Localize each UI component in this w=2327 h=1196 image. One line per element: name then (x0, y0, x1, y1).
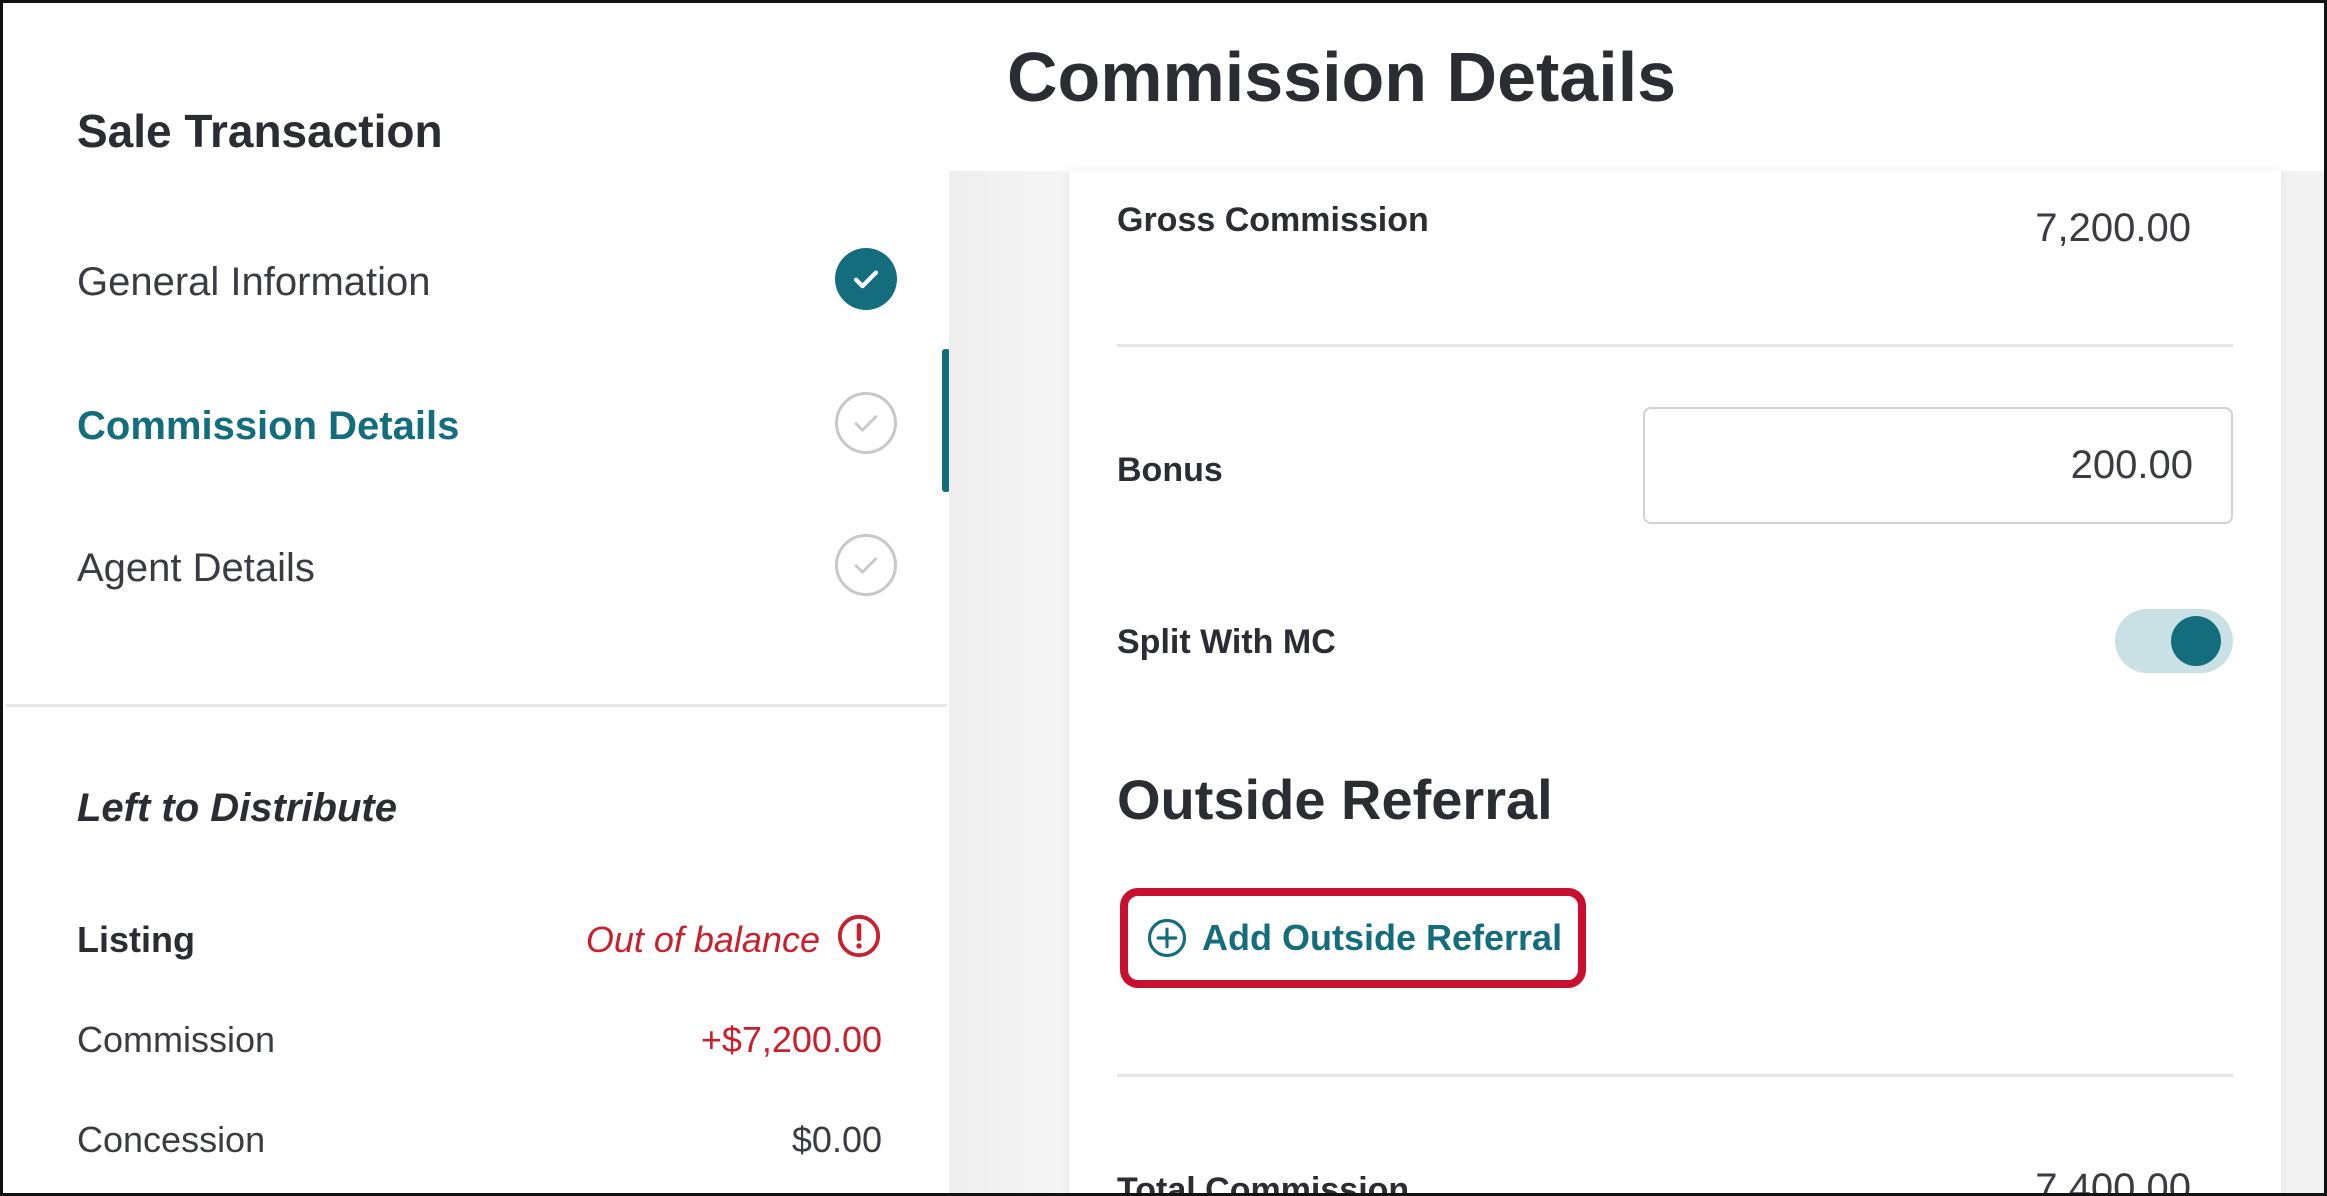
toggle-knob (2171, 616, 2221, 666)
app-window: Sale Transaction General Information Com… (0, 0, 2327, 1196)
plus-circle-icon (1147, 918, 1187, 958)
gross-commission-value: 7,200.00 (2035, 206, 2191, 250)
commission-row: Commission +$7,200.00 (77, 1019, 882, 1073)
content-gutter-right (2281, 171, 2324, 1193)
step-label: Commission Details (77, 404, 460, 448)
check-icon (835, 248, 897, 310)
divider (1117, 344, 2233, 347)
step-agent-details[interactable]: Agent Details (77, 534, 897, 614)
split-with-mc-label: Split With MC (1117, 623, 1336, 661)
commission-card (1069, 171, 2281, 1193)
add-outside-referral-label: Add Outside Referral (1202, 917, 1563, 958)
commission-label: Commission (77, 1019, 276, 1060)
sidebar: Sale Transaction General Information Com… (6, 6, 950, 1193)
page-title: Commission Details (1007, 38, 1677, 116)
add-outside-referral-button[interactable]: Add Outside Referral (1120, 888, 1586, 988)
sidebar-title: Sale Transaction (77, 105, 443, 157)
step-label: Agent Details (77, 546, 315, 590)
concession-value: $0.00 (791, 1119, 882, 1160)
content-gutter (949, 171, 1069, 1193)
commission-value: +$7,200.00 (700, 1019, 882, 1060)
listing-row: Listing Out of balance (77, 914, 882, 973)
alert-circle-icon (837, 914, 881, 958)
concession-label: Concession (77, 1119, 266, 1160)
bonus-label: Bonus (1117, 451, 1223, 489)
bonus-input[interactable]: 200.00 (1643, 407, 2233, 524)
step-general-information[interactable]: General Information (77, 248, 897, 328)
total-commission-value: 7,400.00 (2035, 1166, 2191, 1196)
check-icon (835, 534, 897, 596)
step-label: General Information (77, 260, 431, 304)
gross-commission-label: Gross Commission (1117, 201, 1429, 239)
divider (1117, 1074, 2233, 1077)
step-commission-details[interactable]: Commission Details (77, 392, 897, 472)
concession-row: Concession $0.00 (77, 1119, 882, 1173)
outside-referral-title: Outside Referral (1117, 768, 1553, 831)
balance-status: Out of balance (585, 919, 820, 960)
left-to-distribute-title: Left to Distribute (77, 786, 397, 830)
split-with-mc-toggle[interactable] (2115, 609, 2233, 673)
sidebar-divider (6, 704, 947, 707)
listing-label: Listing (77, 919, 195, 960)
total-commission-label: Total Commission (1117, 1171, 1410, 1196)
check-icon (835, 392, 897, 454)
